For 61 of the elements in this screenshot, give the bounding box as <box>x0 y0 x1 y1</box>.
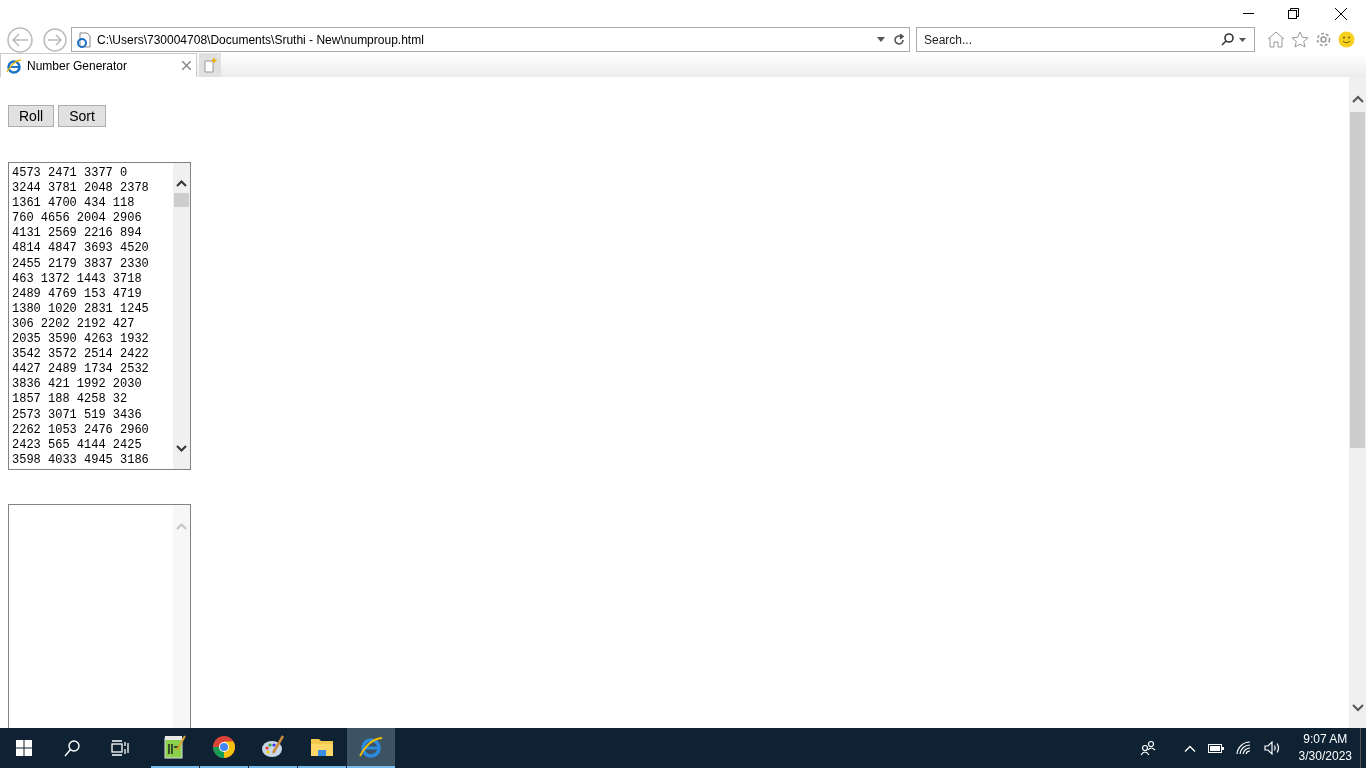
number-line: 306 2202 2192 427 <box>12 316 135 333</box>
number-line: 1361 4700 434 118 <box>12 196 135 212</box>
minimize-icon[interactable] <box>1243 13 1254 15</box>
star-icon[interactable] <box>1291 31 1309 48</box>
notepad-icon[interactable] <box>163 735 187 759</box>
number-line: 4427 2489 1734 2532 <box>12 362 149 378</box>
number-line: 2489 4769 153 4719 <box>12 286 142 302</box>
dropdown-arrow-icon[interactable] <box>1239 37 1246 42</box>
number-line: 3542 3572 2514 2422 <box>12 347 149 363</box>
settings-icon[interactable] <box>1315 31 1332 48</box>
dropdown-arrow-icon[interactable] <box>877 37 885 42</box>
close-icon[interactable] <box>1335 8 1347 20</box>
scroll-thumb[interactable] <box>174 193 189 207</box>
people-icon[interactable] <box>1139 740 1156 756</box>
chevron-up-icon[interactable] <box>1183 744 1196 752</box>
number-line: 760 4656 2004 2906 <box>12 211 142 227</box>
number-line: 4814 4847 3693 4520 <box>12 241 149 257</box>
chrome-icon[interactable] <box>212 735 236 759</box>
number-line: 4131 2569 2216 894 <box>12 226 142 242</box>
ie-logo-icon <box>6 57 22 74</box>
battery-icon[interactable] <box>1207 743 1224 753</box>
number-line: 463 1372 1443 3718 <box>12 271 142 287</box>
number-line: 2573 3071 519 3436 <box>12 407 142 423</box>
address-text: C:\Users\730004708\Documents\Sruthi - New\numproup.html <box>97 31 424 49</box>
clock-date[interactable]: 3/30/2023 <box>1298 748 1352 765</box>
address-bar[interactable]: C:\Users\730004708\Documents\Sruthi - New\numproup.html <box>71 27 910 52</box>
page-icon <box>76 31 92 48</box>
number-line: 2035 3590 4263 1932 <box>12 332 149 348</box>
number-line: 2262 1053 2476 2960 <box>12 422 149 438</box>
task-view-icon[interactable] <box>111 740 129 756</box>
wifi-icon[interactable] <box>1235 741 1252 755</box>
page-scrollbar[interactable] <box>1349 77 1366 728</box>
scroll-thumb[interactable] <box>1350 112 1365 448</box>
new-page-icon <box>203 57 217 73</box>
windows-logo-icon[interactable] <box>16 740 32 756</box>
restore-icon[interactable] <box>1288 8 1299 19</box>
number-line: 1380 1020 2831 1245 <box>12 301 149 317</box>
search-placeholder: Search... <box>924 31 973 49</box>
search-field[interactable]: Search... <box>916 27 1255 52</box>
search-icon[interactable] <box>64 739 80 757</box>
browser-tab[interactable]: Number Generator <box>0 53 197 77</box>
action-button[interactable]: Sort <box>58 105 106 127</box>
clock-time[interactable]: 9:07 AM <box>1303 731 1348 748</box>
number-line: 3836 421 1992 2030 <box>12 377 142 393</box>
scrollbar[interactable] <box>173 505 190 728</box>
numbers-text-area[interactable] <box>8 162 191 470</box>
action-button[interactable]: Roll <box>8 105 55 127</box>
number-line: 3598 4033 4945 3186 <box>12 452 149 468</box>
speaker-icon[interactable] <box>1263 741 1281 755</box>
palette-icon[interactable] <box>261 735 285 759</box>
refresh-icon[interactable] <box>893 33 905 46</box>
number-line: 2423 565 4144 2425 <box>12 437 142 453</box>
number-line: 1857 188 4258 32 <box>12 392 128 408</box>
smiley-icon[interactable] <box>1338 31 1355 48</box>
ie-logo-icon[interactable] <box>359 735 383 759</box>
search-icon[interactable] <box>1221 33 1234 46</box>
number-line: 2455 2179 3837 2330 <box>12 256 149 272</box>
scrollbar[interactable] <box>173 163 190 469</box>
number-line: 4573 2471 3377 0 <box>12 166 128 182</box>
tab-title: Number Generator <box>27 57 129 75</box>
number-line: 3244 3781 2048 2378 <box>12 181 149 197</box>
